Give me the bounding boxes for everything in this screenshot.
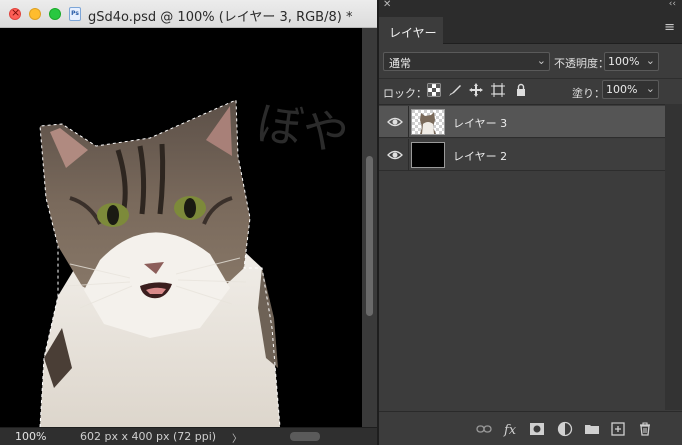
scrollbar-thumb[interactable] <box>366 156 373 316</box>
new-layer-icon[interactable] <box>610 421 626 437</box>
zoom-level-field[interactable]: 100% <box>0 428 62 445</box>
canvas-faint-text: ぼや <box>253 95 352 161</box>
horizontal-scroll-thumb[interactable] <box>290 432 320 441</box>
lock-transparent-pixels-icon[interactable] <box>427 83 441 97</box>
opacity-label: 不透明度： <box>554 57 609 70</box>
cat-image: ぼや <box>39 95 352 427</box>
panel-menu-icon[interactable]: ≡ <box>664 21 675 34</box>
image-canvas[interactable]: ぼや <box>0 28 362 427</box>
layers-scrollbar[interactable] <box>665 104 682 410</box>
lock-position-icon[interactable] <box>469 83 483 97</box>
tab-layers[interactable]: レイヤー <box>379 17 443 44</box>
document-size-info: 602 px x 400 px (72 ppi) <box>80 430 217 443</box>
lock-all-icon[interactable] <box>514 83 528 97</box>
layers-list: レイヤー 3 レイヤー 2 <box>379 104 665 404</box>
zoom-window-button[interactable] <box>49 8 61 20</box>
close-panel-icon[interactable]: ✕ <box>383 0 391 10</box>
document-title: gSd4o.psd @ 100% (レイヤー 3, RGB/8) * <box>88 10 353 25</box>
layer-thumbnail <box>411 142 445 168</box>
layer-row[interactable]: レイヤー 2 <box>379 139 665 171</box>
collapse-panel-icon[interactable]: ‹‹ <box>669 0 676 9</box>
blend-mode-select[interactable]: 通常 ⌄ <box>383 52 550 71</box>
svg-text:fx: fx <box>503 423 517 437</box>
new-group-folder-icon[interactable] <box>584 421 600 437</box>
panel-tab-bar: レイヤー ≡ <box>379 14 682 44</box>
lock-image-pixels-icon[interactable] <box>448 83 462 97</box>
blend-mode-value: 通常 <box>389 57 411 70</box>
chevron-down-icon[interactable]: ⌄ <box>646 82 655 95</box>
add-mask-icon[interactable] <box>529 421 545 437</box>
delete-layer-trash-icon[interactable] <box>637 421 653 437</box>
lock-label: ロック： <box>383 87 427 100</box>
status-menu-arrow[interactable]: 〉 <box>232 430 242 445</box>
opacity-field[interactable]: 100% ⌄ <box>604 52 659 71</box>
cat-thumbnail-image <box>420 112 436 134</box>
layer-name[interactable]: レイヤー 3 <box>453 115 507 131</box>
panel-footer: fx <box>379 411 682 445</box>
layer-name[interactable]: レイヤー 2 <box>453 148 507 164</box>
chevron-down-icon: ⌄ <box>536 54 546 67</box>
link-layers-icon[interactable] <box>476 421 492 437</box>
title-bar[interactable]: Ps gSd4o.psd @ 100% (レイヤー 3, RGB/8) * <box>0 0 377 28</box>
layer-style-fx-icon[interactable]: fx <box>503 421 519 437</box>
status-bar: 100% 602 px x 400 px (72 ppi) 〉 <box>0 427 377 445</box>
layer-row[interactable]: レイヤー 3 <box>379 106 665 138</box>
minimize-window-button[interactable] <box>29 8 41 20</box>
panel-header-strip: ✕ ‹‹ <box>379 0 682 14</box>
canvas-vertical-scrollbar[interactable] <box>362 28 377 427</box>
chevron-down-icon[interactable]: ⌄ <box>646 54 655 67</box>
adjustment-layer-icon[interactable] <box>557 421 573 437</box>
fill-field[interactable]: 100% ⌄ <box>602 80 659 99</box>
close-window-button[interactable] <box>9 6 21 20</box>
layers-panel: ✕ ‹‹ レイヤー ≡ 通常 ⌄ 不透明度： 100% ⌄ ロック： 塗り： 1… <box>379 0 682 445</box>
fill-value: 100% <box>606 83 638 96</box>
fill-label: 塗り： <box>572 87 605 100</box>
layer-thumbnail <box>411 109 445 135</box>
visibility-eye-icon[interactable] <box>387 148 403 162</box>
lock-artboard-icon[interactable] <box>491 83 505 97</box>
document-window: Ps gSd4o.psd @ 100% (レイヤー 3, RGB/8) * ぼや <box>0 0 377 445</box>
visibility-eye-icon[interactable] <box>387 115 403 129</box>
opacity-value: 100% <box>608 55 640 68</box>
psd-file-icon: Ps <box>69 7 81 21</box>
